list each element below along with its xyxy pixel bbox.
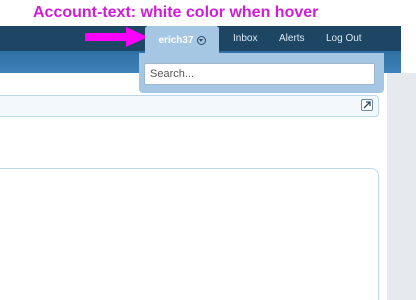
nav-alerts-link[interactable]: Alerts	[279, 33, 305, 44]
search-input[interactable]	[144, 63, 375, 85]
chevron-down-circle-icon[interactable]	[196, 36, 206, 45]
account-username[interactable]: erich37	[158, 35, 193, 46]
account-menu-tab[interactable]: erich37	[145, 26, 219, 53]
external-link-icon[interactable]	[361, 99, 373, 111]
arrow-right-icon	[85, 33, 127, 41]
breadcrumb-strip	[0, 95, 379, 117]
content-panel	[0, 168, 379, 300]
right-sidebar-gutter	[387, 73, 416, 300]
page: Account-text: white color when hover eri…	[0, 0, 416, 300]
nav-logout-link[interactable]: Log Out	[326, 33, 362, 44]
annotation-text: Account-text: white color when hover	[33, 4, 319, 21]
nav-inbox-link[interactable]: Inbox	[233, 33, 257, 44]
